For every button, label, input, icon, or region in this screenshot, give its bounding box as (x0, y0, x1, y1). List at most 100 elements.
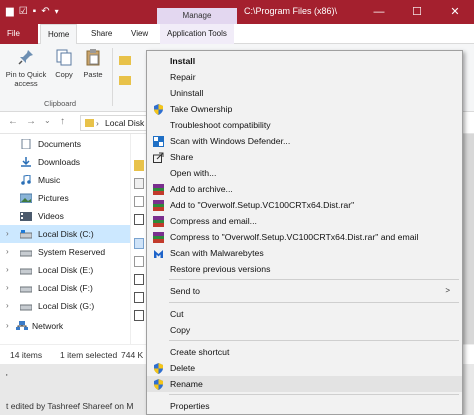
move-to-icon[interactable] (118, 54, 134, 66)
menu-item-add-to-rar[interactable]: Add to "Overwolf.Setup.VC100CRTx64.Dist.… (147, 197, 462, 213)
title-bar: ▆ ☑ ▪ ↶ ▾ Manage C:\Program Files (x86)\… (0, 0, 474, 24)
menu-item-share[interactable]: Share (147, 149, 462, 165)
menu-item-label: Scan with Malwarebytes (170, 248, 264, 258)
menu-item-label: Copy (170, 325, 191, 335)
overwolf-file-icon (134, 214, 144, 225)
nav-item-local-disk-c[interactable]: › Local Disk (C:) (0, 225, 130, 243)
new-folder-icon[interactable]: ▪ (33, 6, 37, 18)
pin-to-quick-access-button[interactable]: Pin to Quick access (4, 48, 48, 88)
menu-item-troubleshoot[interactable]: Troubleshoot compatibility (147, 117, 462, 133)
menu-item-add-to-archive[interactable]: Add to archive... (147, 181, 462, 197)
folder-icon[interactable]: ▆ (6, 6, 14, 18)
videos-icon (20, 212, 32, 221)
drive-icon (20, 304, 32, 311)
installer-file-icon[interactable] (134, 238, 144, 249)
menu-item-repair[interactable]: Repair (147, 69, 462, 85)
menu-item-scan-defender[interactable]: Scan with Windows Defender... (147, 133, 462, 149)
drive-icon (20, 286, 32, 293)
nav-item-local-disk-f[interactable]: › Local Disk (F:) (0, 279, 130, 297)
nav-item-system-reserved[interactable]: › System Reserved (0, 243, 130, 261)
menu-item-install[interactable]: Install (147, 53, 462, 69)
pictures-icon (20, 193, 32, 203)
menu-item-take-ownership[interactable]: Take Ownership (147, 101, 462, 117)
nav-item-documents[interactable]: Documents (0, 135, 130, 153)
menu-item-compress-and-email[interactable]: Compress and email... (147, 213, 462, 229)
nav-item-local-disk-e[interactable]: › Local Disk (E:) (0, 261, 130, 279)
expand-icon[interactable]: › (6, 297, 9, 315)
nav-item-label: Videos (38, 211, 64, 221)
expand-icon[interactable]: › (6, 243, 9, 261)
expand-icon[interactable]: › (6, 279, 9, 297)
expand-icon[interactable]: › (6, 261, 9, 279)
nav-item-videos[interactable]: Videos (0, 207, 130, 225)
edited-by-text: t edited by Tashreef Shareef on M (6, 401, 134, 411)
menu-item-create-shortcut[interactable]: Create shortcut (147, 344, 462, 360)
close-button[interactable]: ✕ (436, 0, 474, 24)
menu-item-label: Install (170, 56, 196, 66)
undo-icon[interactable]: ↶ (41, 6, 49, 18)
music-icon (21, 175, 31, 185)
menu-item-restore-previous-versions[interactable]: Restore previous versions (147, 261, 462, 277)
nav-item-label: Local Disk (G:) (38, 301, 95, 311)
tab-share[interactable]: Share (84, 24, 119, 44)
menu-item-delete[interactable]: Delete (147, 360, 462, 376)
menu-item-open-with[interactable]: Open with... (147, 165, 462, 181)
menu-item-label: Add to archive... (170, 184, 233, 194)
chevron-right-icon: > (445, 286, 450, 295)
nav-item-label: Local Disk (C:) (38, 229, 94, 239)
nav-item-downloads[interactable]: Downloads (0, 153, 130, 171)
menu-item-send-to[interactable]: Send to > (147, 283, 462, 299)
menu-item-copy[interactable]: Copy (147, 322, 462, 338)
menu-item-compress-to-rar-and-email[interactable]: Compress to "Overwolf.Setup.VC100CRTx64.… (147, 229, 462, 245)
expand-icon[interactable]: › (6, 225, 9, 243)
copy-button[interactable]: Copy (52, 48, 76, 79)
uac-shield-icon (154, 379, 163, 390)
menu-item-label: Open with... (170, 168, 217, 178)
tab-application-tools[interactable]: Application Tools (160, 24, 234, 44)
menu-item-label: Properties (170, 401, 210, 411)
nav-item-network[interactable]: › Network (0, 317, 130, 335)
pin-icon (18, 50, 33, 65)
maximize-button[interactable]: ☐ (398, 0, 436, 24)
menu-separator (169, 394, 459, 395)
forward-button[interactable]: → (26, 116, 36, 127)
properties-icon[interactable]: ☑ (19, 6, 28, 18)
tab-manage[interactable]: Manage (157, 8, 237, 24)
back-button[interactable]: ← (8, 116, 18, 127)
tab-home[interactable]: Home (40, 24, 78, 44)
documents-icon (21, 139, 31, 149)
menu-item-label: Cut (170, 309, 184, 319)
nav-item-label: Pictures (38, 193, 69, 203)
address-path: Local Disk (105, 118, 145, 128)
tab-view[interactable]: View (124, 24, 155, 44)
tab-file[interactable]: File (0, 24, 38, 44)
file-icon (134, 196, 144, 207)
paste-button[interactable]: Paste (80, 48, 106, 79)
menu-item-label: Create shortcut (170, 347, 230, 357)
menu-item-cut[interactable]: Cut (147, 306, 462, 322)
menu-item-scan-malwarebytes[interactable]: Scan with Malwarebytes (147, 245, 462, 261)
quick-access-toolbar: ▆ ☑ ▪ ↶ ▾ (6, 6, 59, 18)
up-button[interactable]: ↑ (60, 116, 65, 127)
menu-item-label: Take Ownership (170, 104, 233, 114)
winrar-icon (153, 232, 164, 243)
address-field[interactable]: › Local Disk (80, 115, 150, 131)
windows-defender-icon (153, 136, 164, 147)
menu-item-uninstall[interactable]: Uninstall (147, 85, 462, 101)
menu-separator (169, 302, 459, 303)
menu-item-rename[interactable]: Rename (147, 376, 462, 392)
selected-count: 1 item selected (60, 350, 118, 360)
nav-item-pictures[interactable]: Pictures (0, 189, 130, 207)
recent-locations-button[interactable]: ⌄ (44, 116, 51, 125)
folder-icon (85, 119, 94, 127)
copy-to-icon[interactable] (118, 74, 134, 86)
menu-item-label: Rename (170, 379, 203, 389)
nav-item-music[interactable]: Music (0, 171, 130, 189)
drive-icon (20, 268, 32, 275)
expand-icon[interactable]: › (6, 317, 9, 335)
dropdown-icon[interactable]: ▾ (55, 6, 59, 18)
nav-item-local-disk-g[interactable]: › Local Disk (G:) (0, 297, 130, 315)
minimize-button[interactable]: — (360, 0, 398, 24)
menu-item-properties[interactable]: Properties (147, 398, 462, 414)
nav-item-label: Downloads (38, 157, 81, 167)
